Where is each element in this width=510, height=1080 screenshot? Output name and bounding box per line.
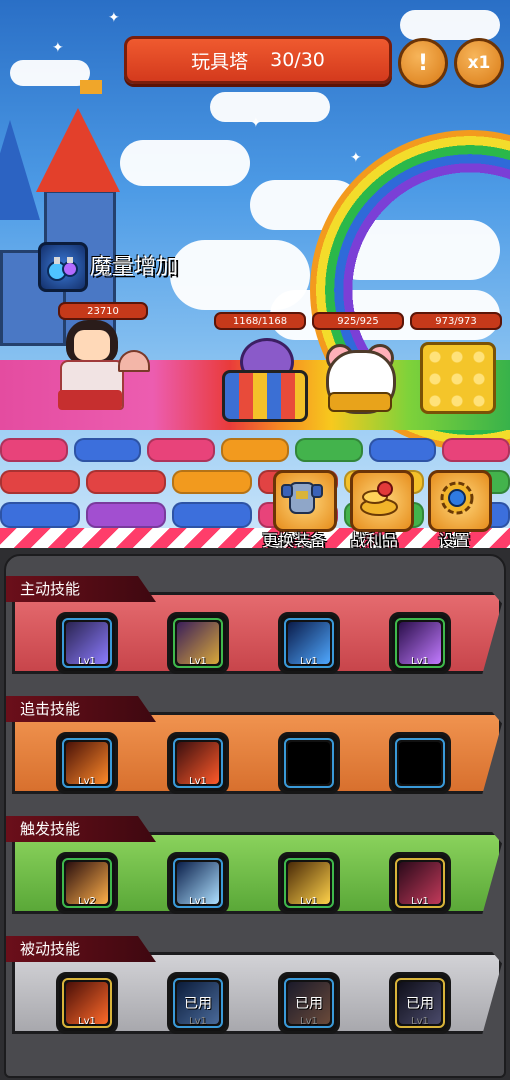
skill-slot[interactable] — [389, 732, 451, 794]
skill-level-label: Lv1 — [300, 656, 318, 667]
skill-level-label: Lv1 — [189, 896, 207, 907]
star-icon: ✦ — [108, 10, 120, 26]
skill-slot[interactable]: Lv1 — [167, 732, 229, 794]
settings-button[interactable] — [428, 470, 492, 532]
empty-slot-icon — [399, 742, 441, 784]
skill-level-label: Lv1 — [78, 656, 96, 667]
skill-level-label: Lv2 — [78, 896, 96, 907]
skill-level-label: Lv1 — [411, 1016, 429, 1027]
fan-icon — [118, 350, 150, 372]
active-skills-title: 主动技能 — [6, 576, 156, 602]
star-icon: ✦ — [250, 115, 262, 131]
stage-title-bar: 玩具塔 30/30 — [124, 36, 392, 84]
hero-hp-bar: 23710 — [58, 302, 148, 320]
skill-level-label: Lv1 — [189, 1016, 207, 1027]
gear-icon — [440, 481, 474, 515]
coins-icon — [360, 481, 398, 516]
cloud — [120, 140, 250, 186]
skill-used-label: 已用 — [406, 996, 434, 1012]
skill-level-label: Lv1 — [300, 1016, 318, 1027]
enemy-hp-bar: 973/973 — [410, 312, 502, 330]
trigger-skills-title: 触发技能 — [6, 816, 156, 842]
speed-button[interactable]: x1 — [454, 38, 504, 88]
skill-slot[interactable]: Lv1 — [56, 972, 118, 1034]
skill-slot[interactable]: Lv1 — [167, 852, 229, 914]
cloud — [210, 92, 330, 122]
skill-used-label: 已用 — [184, 996, 212, 1012]
skill-slot[interactable]: Lv1 — [389, 852, 451, 914]
skill-level-label: Lv1 — [300, 896, 318, 907]
skill-slot[interactable]: 已用 Lv1 — [278, 972, 340, 1034]
buff-label: 魔量增加 — [90, 255, 179, 280]
change-equipment-label: 更换装备 — [262, 531, 327, 548]
speed-label: x1 — [467, 53, 491, 73]
skill-slot[interactable]: Lv1 — [278, 612, 340, 674]
star-icon: ✦ — [52, 40, 64, 56]
stage-progress: 30/30 — [270, 49, 325, 71]
skill-level-label: Lv1 — [411, 656, 429, 667]
skill-level-label: Lv1 — [411, 896, 429, 907]
cloud — [10, 60, 90, 86]
skill-slot[interactable]: Lv1 — [167, 612, 229, 674]
settings-label: 设置 — [438, 531, 471, 548]
skill-slot[interactable]: Lv1 — [56, 732, 118, 794]
skill-slot[interactable]: Lv2 — [56, 852, 118, 914]
chase-skills-title: 追击技能 — [6, 696, 156, 722]
skill-slot[interactable]: Lv1 — [389, 612, 451, 674]
star-icon: ✦ — [350, 150, 362, 166]
passive-skills-title: 被动技能 — [6, 936, 156, 962]
skill-level-label: Lv1 — [78, 1016, 96, 1027]
loot-label: 战利品 — [350, 531, 399, 548]
enemy-hp-bar: 925/925 — [312, 312, 404, 330]
skill-slot[interactable]: Lv1 — [56, 612, 118, 674]
skill-slot[interactable] — [278, 732, 340, 794]
candy-row — [0, 438, 510, 462]
skill-level-label: Lv1 — [189, 656, 207, 667]
skill-slot[interactable]: Lv1 — [278, 852, 340, 914]
armor-icon — [281, 482, 323, 514]
exclamation-icon: ! — [417, 50, 429, 76]
skill-level-label: Lv1 — [189, 776, 207, 787]
skill-slot[interactable]: 已用 Lv1 — [389, 972, 451, 1034]
cloud — [400, 10, 500, 40]
potion-icon[interactable] — [38, 242, 88, 292]
loot-button[interactable] — [350, 470, 414, 532]
skill-used-label: 已用 — [295, 996, 323, 1012]
info-button[interactable]: ! — [398, 38, 448, 88]
castle-flag — [80, 80, 102, 94]
skill-slot[interactable]: 已用 Lv1 — [167, 972, 229, 1034]
skill-level-label: Lv1 — [78, 776, 96, 787]
skills-panel: 主动技能 追击技能 触发技能 被动技能 Lv1 Lv1 Lv1 Lv1 Lv1 Lv1 Lv… — [0, 548, 510, 1080]
empty-slot-icon — [288, 742, 330, 784]
battle-scene: ✦ ✦ ✦ ✦ 玩具塔 30/30 ! x1 魔量增加 23710 1168/1… — [0, 0, 510, 548]
castle-roof — [0, 120, 40, 220]
stage-name: 玩具塔 — [191, 50, 249, 73]
enemy-hp-bar: 1168/1168 — [214, 312, 306, 330]
castle-roof — [36, 108, 120, 192]
change-equipment-button[interactable] — [273, 470, 337, 532]
